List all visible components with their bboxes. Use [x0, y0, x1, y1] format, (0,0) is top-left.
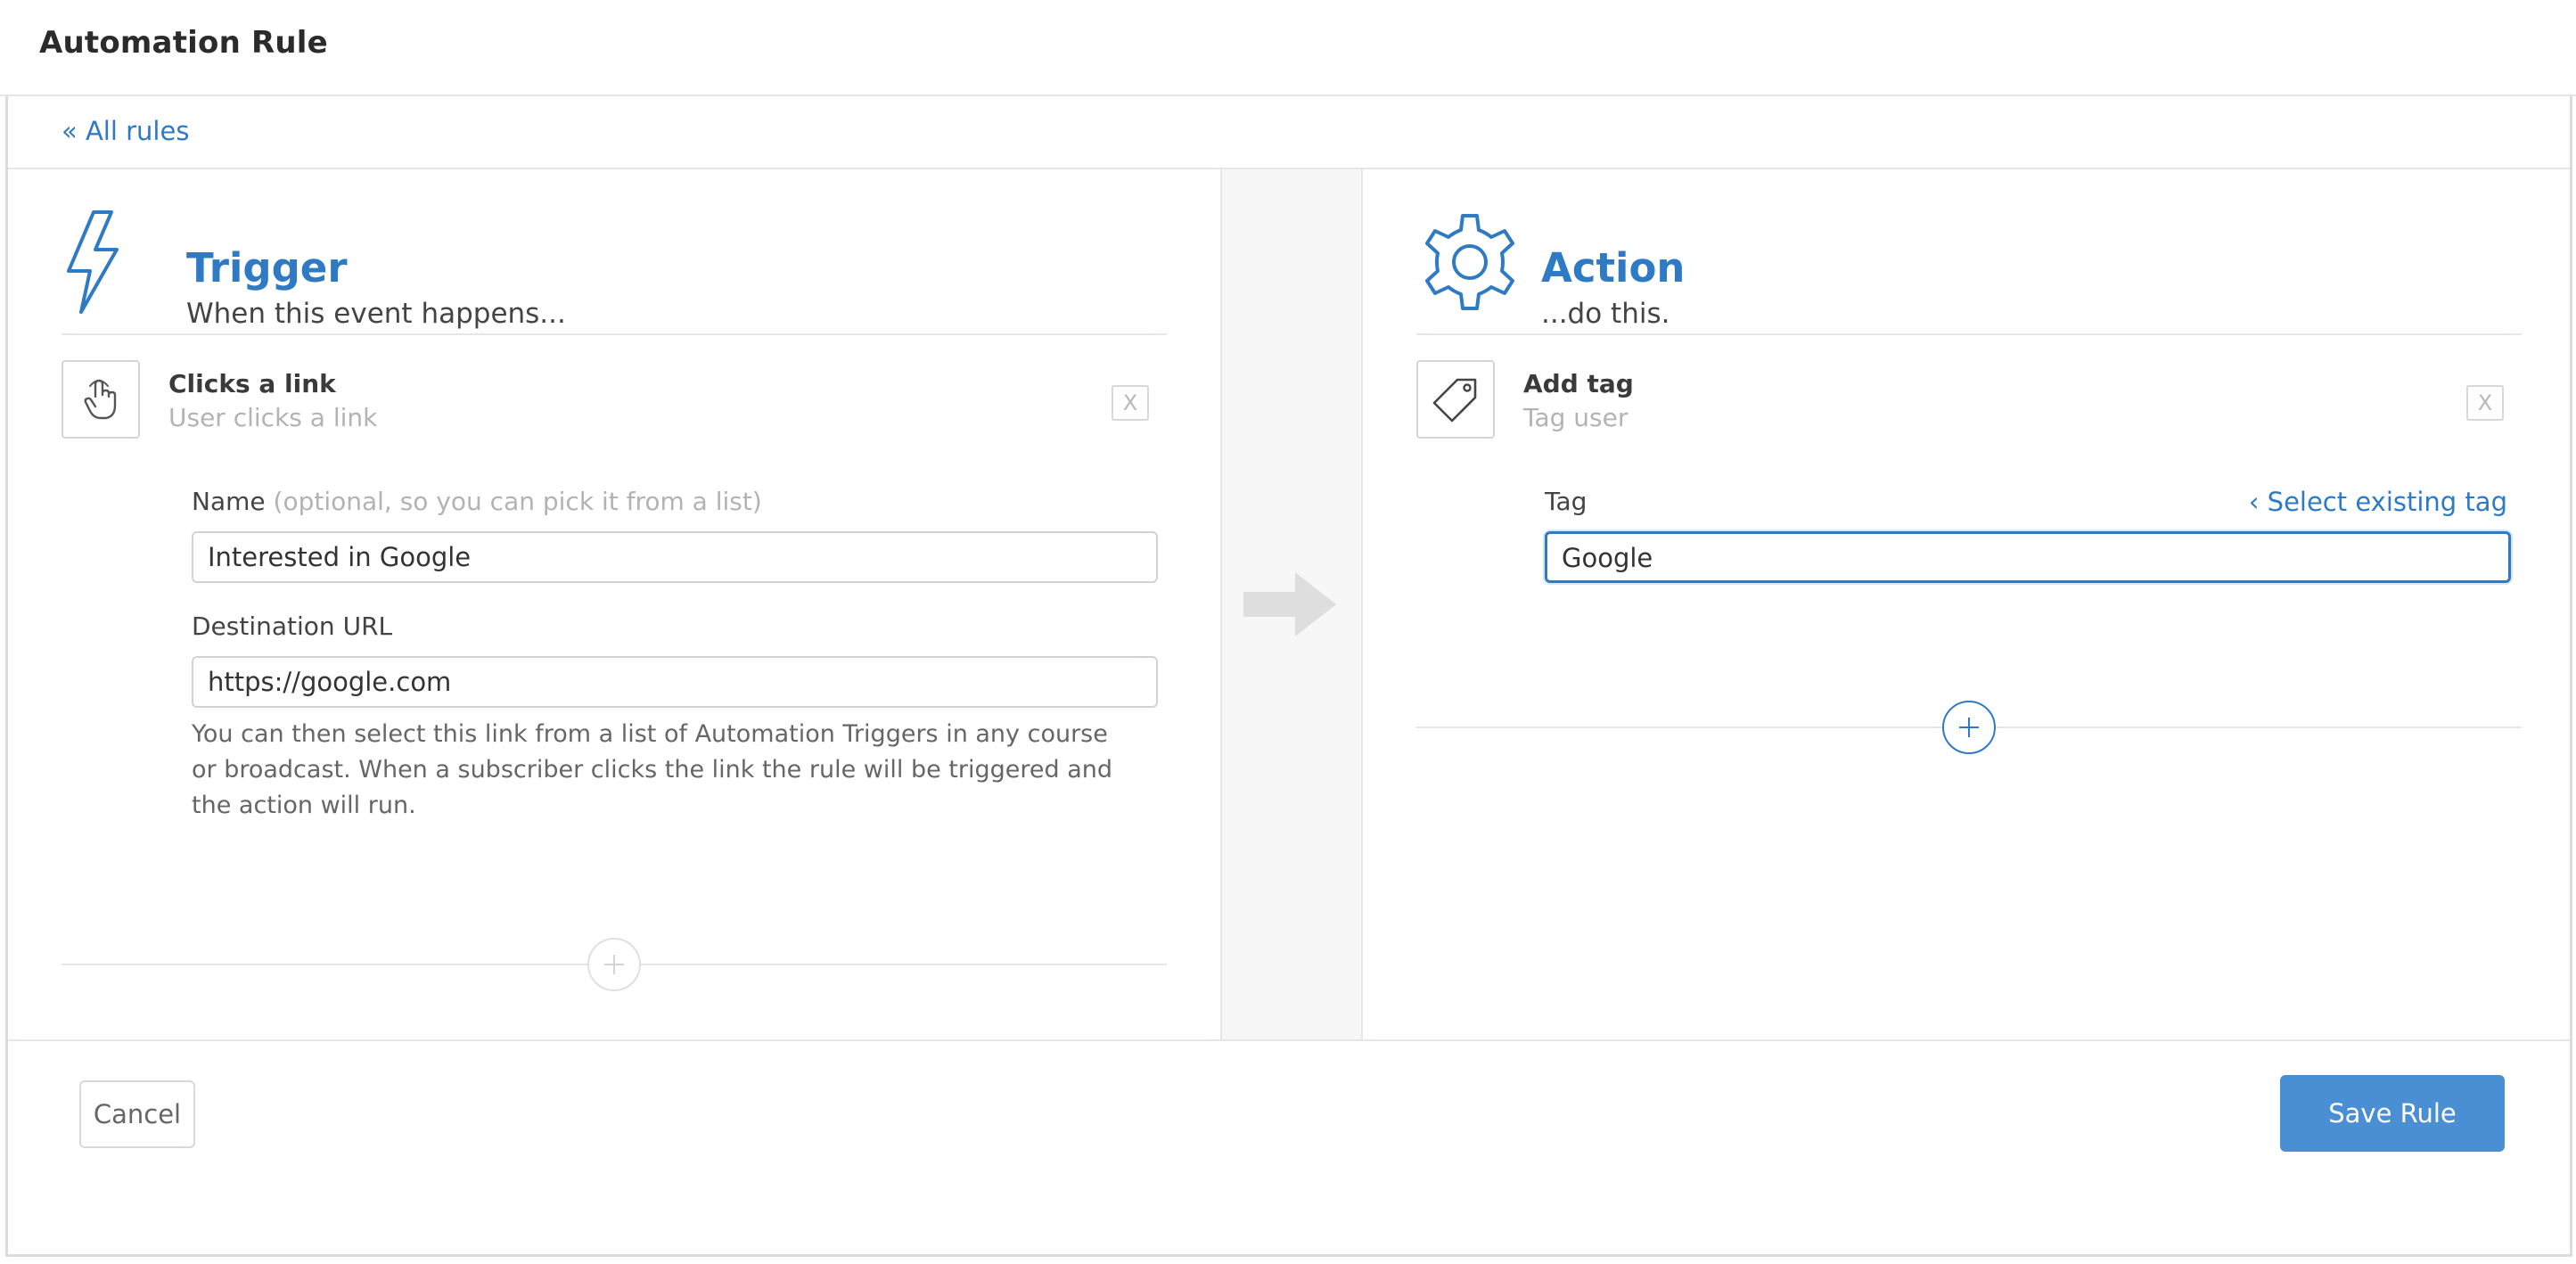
- select-existing-tag-link[interactable]: ‹ Select existing tag: [2249, 487, 2507, 517]
- gear-icon: [1425, 214, 1514, 310]
- all-rules-link[interactable]: « All rules: [62, 116, 189, 146]
- trigger-help-text: You can then select this link from a lis…: [192, 720, 1112, 819]
- name-label-text: Name: [192, 487, 266, 516]
- action-subtitle: ...do this.: [1541, 298, 1670, 330]
- action-item-description: Tag user: [1523, 403, 1628, 432]
- action-item: Add tag Tag user X: [1416, 360, 2522, 446]
- destination-url-input[interactable]: https://google.com: [192, 656, 1158, 708]
- trigger-title: Trigger: [186, 244, 348, 291]
- trigger-header: Trigger When this event happens...: [62, 203, 1167, 335]
- trigger-column: Trigger When this event happens... Click…: [8, 169, 1220, 1039]
- action-title: Action: [1541, 244, 1686, 291]
- flow-separator: [1220, 169, 1363, 1039]
- add-trigger-button[interactable]: [587, 938, 641, 991]
- remove-action-button[interactable]: X: [2466, 385, 2504, 421]
- top-bar: Automation Rule: [0, 0, 2576, 96]
- footer-bar: Cancel Save Rule: [8, 1039, 2570, 1254]
- plus-icon: [1959, 718, 1979, 737]
- trigger-item-description: User clicks a link: [168, 403, 378, 432]
- add-trigger-row: [62, 938, 1167, 991]
- breadcrumb-row: « All rules: [8, 96, 2570, 169]
- action-header: Action ...do this.: [1416, 203, 2522, 335]
- plus-icon: [604, 955, 624, 974]
- lightning-bolt-icon: [67, 210, 119, 314]
- cancel-button[interactable]: Cancel: [79, 1080, 195, 1148]
- save-rule-button[interactable]: Save Rule: [2280, 1075, 2505, 1152]
- trigger-item: Clicks a link User clicks a link X: [62, 360, 1167, 446]
- add-action-row: [1416, 701, 2522, 754]
- action-column: Action ...do this. Add tag Tag user X Ta…: [1363, 169, 2570, 1039]
- tag-input[interactable]: Google: [1545, 531, 2511, 583]
- tag-icon: [1416, 360, 1495, 439]
- rule-editor-panel: « All rules Trigger When this event happ…: [5, 96, 2572, 1257]
- pointer-hand-icon: [62, 360, 140, 439]
- remove-trigger-button[interactable]: X: [1112, 385, 1149, 421]
- tag-field-label: Tag: [1545, 487, 1587, 516]
- name-label-hint: (optional, so you can pick it from a lis…: [273, 487, 762, 516]
- trigger-subtitle: When this event happens...: [186, 298, 566, 330]
- action-item-name: Add tag: [1523, 369, 1634, 398]
- page-title: Automation Rule: [39, 25, 328, 61]
- trigger-item-name: Clicks a link: [168, 369, 336, 398]
- name-input[interactable]: Interested in Google: [192, 531, 1158, 583]
- destination-url-label: Destination URL: [192, 611, 393, 641]
- add-action-button[interactable]: [1942, 701, 1996, 754]
- name-field-label: Name (optional, so you can pick it from …: [192, 487, 762, 516]
- arrow-right-icon: [1243, 572, 1336, 636]
